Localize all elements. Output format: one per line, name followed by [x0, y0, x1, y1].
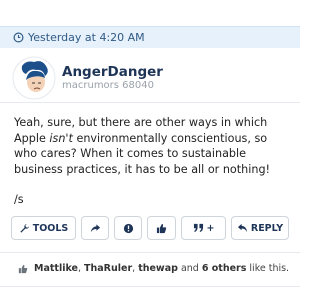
post-action-bar: TOOLS + REPLY — [11, 216, 291, 240]
share-icon — [90, 223, 100, 232]
post-body: Yeah, sure, but there are other ways in … — [14, 115, 290, 223]
post-timestamp[interactable]: Yesterday at 4:20 AM — [13, 31, 145, 44]
separator: and — [177, 263, 202, 274]
likes-text: Mattlike, ThaRuler, thewap and 6 others … — [34, 263, 289, 274]
report-button[interactable] — [114, 216, 142, 240]
likes-summary: Mattlike, ThaRuler, thewap and 6 others … — [18, 263, 289, 274]
thumbs-up-icon — [18, 264, 28, 273]
quote-icon — [193, 223, 203, 233]
post-paragraph-sarcasm: /s — [14, 193, 24, 206]
avatar[interactable] — [12, 56, 56, 100]
multiquote-plus: + — [206, 222, 215, 234]
tools-button[interactable]: TOOLS — [11, 216, 76, 240]
liker-link[interactable]: ThaRuler — [84, 263, 132, 274]
post-paragraph: Yeah, sure, but there are other ways in … — [14, 115, 290, 177]
clock-icon — [13, 32, 24, 43]
likes-suffix: like this. — [246, 263, 290, 274]
liker-link[interactable]: thewap — [138, 263, 178, 274]
post-text-emphasis: isn't — [49, 131, 73, 145]
post-header: Yesterday at 4:20 AM — [0, 26, 300, 48]
tools-label: TOOLS — [32, 222, 69, 234]
like-button[interactable] — [147, 216, 176, 240]
divider — [0, 102, 300, 103]
wrench-icon — [20, 223, 29, 233]
share-button[interactable] — [81, 216, 109, 240]
reply-button[interactable]: REPLY — [231, 216, 289, 240]
avatar-image — [12, 56, 56, 100]
reply-icon — [237, 223, 247, 233]
report-icon — [123, 223, 133, 233]
divider — [0, 286, 300, 287]
author-name[interactable]: AngerDanger — [62, 64, 163, 80]
timestamp-text: Yesterday at 4:20 AM — [28, 31, 145, 44]
divider — [0, 252, 300, 253]
others-link[interactable]: 6 others — [202, 263, 247, 274]
multiquote-button[interactable]: + — [181, 216, 226, 240]
liker-link[interactable]: Mattlike — [34, 263, 78, 274]
reply-label: REPLY — [250, 222, 284, 234]
thumbs-up-icon — [156, 223, 167, 233]
author-title: macrumors 68040 — [62, 80, 154, 91]
